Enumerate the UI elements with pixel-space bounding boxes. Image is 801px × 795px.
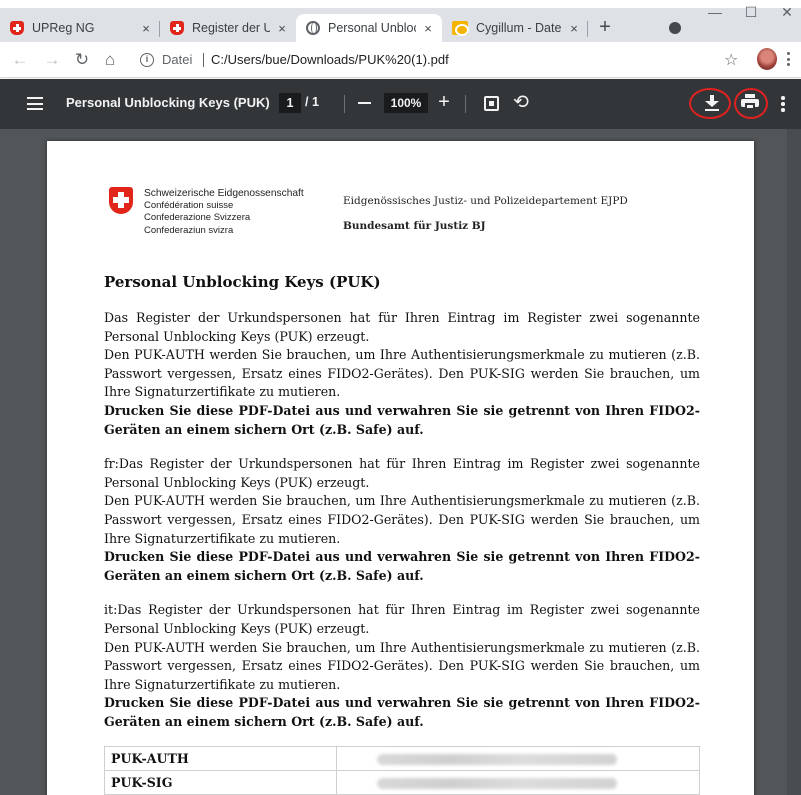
page-number-input[interactable]: 1 [279, 93, 301, 113]
paragraph-fr: fr:Das Register der Urkundspersonen hat … [104, 455, 700, 585]
paragraph-instruction: Drucken Sie diese PDF-Datei aus und verw… [104, 402, 700, 437]
table-row: PUK-SIG [104, 770, 700, 795]
paragraph-text: fr:Das Register der Urkundspersonen hat … [104, 456, 700, 490]
tab-personal-unblocking[interactable]: Personal Unblocki × [296, 14, 442, 42]
download-highlight-circle [689, 88, 731, 119]
address-scheme: Datei [162, 52, 193, 67]
puk-label: PUK-SIG [104, 770, 337, 795]
home-button[interactable]: ⌂ [100, 50, 120, 70]
paragraph-text: Den PUK-AUTH werden Sie brauchen, um Ihr… [104, 639, 700, 692]
print-highlight-circle [734, 88, 768, 119]
tab-close-icon[interactable]: × [274, 21, 290, 36]
tab-register[interactable]: Register der Urku × [160, 14, 296, 42]
pdf-more-icon[interactable] [781, 96, 785, 114]
paragraph-text: Das Register der Urkundspersonen hat für… [104, 310, 700, 344]
fit-to-page-icon[interactable] [484, 96, 499, 111]
puk-value-redacted [336, 770, 700, 795]
swiss-shield-icon [10, 21, 24, 35]
browser-toolbar: ← → ↻ ⌂ i Datei C:/Users/bue/Downloads/P… [0, 42, 801, 78]
document-title: Personal Unblocking Keys (PUK) [104, 273, 381, 291]
new-tab-button[interactable]: + [594, 16, 616, 39]
zoom-level-input[interactable]: 100% [384, 93, 428, 113]
tab-close-icon[interactable]: × [566, 21, 582, 36]
table-row: PUK-AUTH [104, 746, 700, 771]
zoom-out-icon[interactable] [358, 102, 371, 104]
address-url[interactable]: C:/Users/bue/Downloads/PUK%20(1).pdf [211, 52, 449, 67]
pdf-title: Personal Unblocking Keys (PUK) [66, 95, 270, 110]
folder-icon [452, 21, 469, 36]
federation-name: Confédération suisse [144, 200, 234, 212]
paragraph-text: it:Das Register der Urkundspersonen hat … [104, 602, 700, 636]
pdf-toolbar: Personal Unblocking Keys (PUK) 1 / 1 100… [0, 79, 801, 129]
paragraph-instruction: Drucken Sie diese PDF-Datei aus und verw… [104, 695, 700, 729]
minimize-button[interactable]: — [705, 4, 725, 20]
document-body: Das Register der Urkundspersonen hat für… [104, 309, 700, 747]
tab-upreg[interactable]: UPReg NG × [0, 14, 160, 42]
forward-button[interactable]: → [42, 50, 62, 70]
info-icon[interactable]: i [140, 53, 154, 67]
address-divider [203, 53, 204, 67]
globe-icon [306, 21, 320, 35]
reload-button[interactable]: ↻ [72, 50, 92, 70]
paragraph-de: Das Register der Urkundspersonen hat für… [104, 309, 700, 439]
tab-title: Register der Urku [192, 21, 270, 35]
swiss-shield-icon [170, 21, 184, 35]
federation-name: Schweizerische Eidgenossenschaft [144, 188, 304, 199]
maximize-button[interactable]: ☐ [741, 4, 761, 21]
tab-search-icon[interactable] [669, 22, 681, 34]
tab-separator [587, 21, 588, 37]
tab-title: UPReg NG [32, 21, 95, 35]
back-button[interactable]: ← [10, 50, 30, 70]
pdf-viewer-area[interactable]: Schweizerische Eidgenossenschaft Confédé… [0, 129, 801, 795]
rotate-icon[interactable]: ⟲ [513, 91, 529, 114]
federation-names: Schweizerische Eidgenossenschaft Confédé… [144, 188, 304, 237]
toolbar-separator [344, 95, 345, 113]
tab-title: Personal Unblocki [328, 21, 416, 35]
paragraph-it: it:Das Register der Urkundspersonen hat … [104, 601, 700, 731]
address-bar[interactable]: i Datei C:/Users/bue/Downloads/PUK%20(1)… [124, 46, 756, 74]
puk-table: PUK-AUTH PUK-SIG [104, 746, 700, 795]
browser-menu-icon[interactable] [787, 52, 791, 68]
window-top-edge [0, 0, 801, 8]
zoom-in-icon[interactable]: + [436, 91, 452, 114]
puk-label: PUK-AUTH [104, 746, 337, 771]
paragraph-text: Den PUK-AUTH werden Sie brauchen, um Ihr… [104, 493, 700, 546]
tab-close-icon[interactable]: × [138, 21, 154, 36]
page-total: / 1 [305, 95, 319, 109]
department-name: Eidgenössisches Justiz- und Polizeidepar… [343, 195, 628, 207]
toolbar-separator [465, 95, 466, 113]
close-window-button[interactable]: ✕ [777, 4, 797, 21]
tab-title: Cygillum - Dateie [476, 21, 562, 35]
profile-avatar[interactable] [757, 48, 777, 70]
tab-strip: UPReg NG × Register der Urku × Personal … [0, 0, 801, 42]
federation-name: Confederaziun svizra [144, 224, 234, 236]
office-name: Bundesamt für Justiz BJ [343, 220, 486, 232]
swiss-cross-logo-icon [109, 187, 133, 214]
bookmark-star-icon[interactable]: ☆ [724, 50, 738, 70]
tab-cygillum[interactable]: Cygillum - Dateie × [442, 14, 588, 42]
scrollbar[interactable] [787, 129, 801, 795]
puk-value-redacted [336, 746, 700, 771]
paragraph-text: Den PUK-AUTH werden Sie brauchen, um Ihr… [104, 347, 700, 400]
tab-close-icon[interactable]: × [420, 21, 436, 36]
menu-icon[interactable] [27, 97, 43, 110]
pdf-page: Schweizerische Eidgenossenschaft Confédé… [47, 141, 754, 795]
federation-name: Confederazione Svizzera [144, 212, 251, 224]
paragraph-instruction: Drucken Sie diese PDF-Datei aus und verw… [104, 549, 700, 583]
